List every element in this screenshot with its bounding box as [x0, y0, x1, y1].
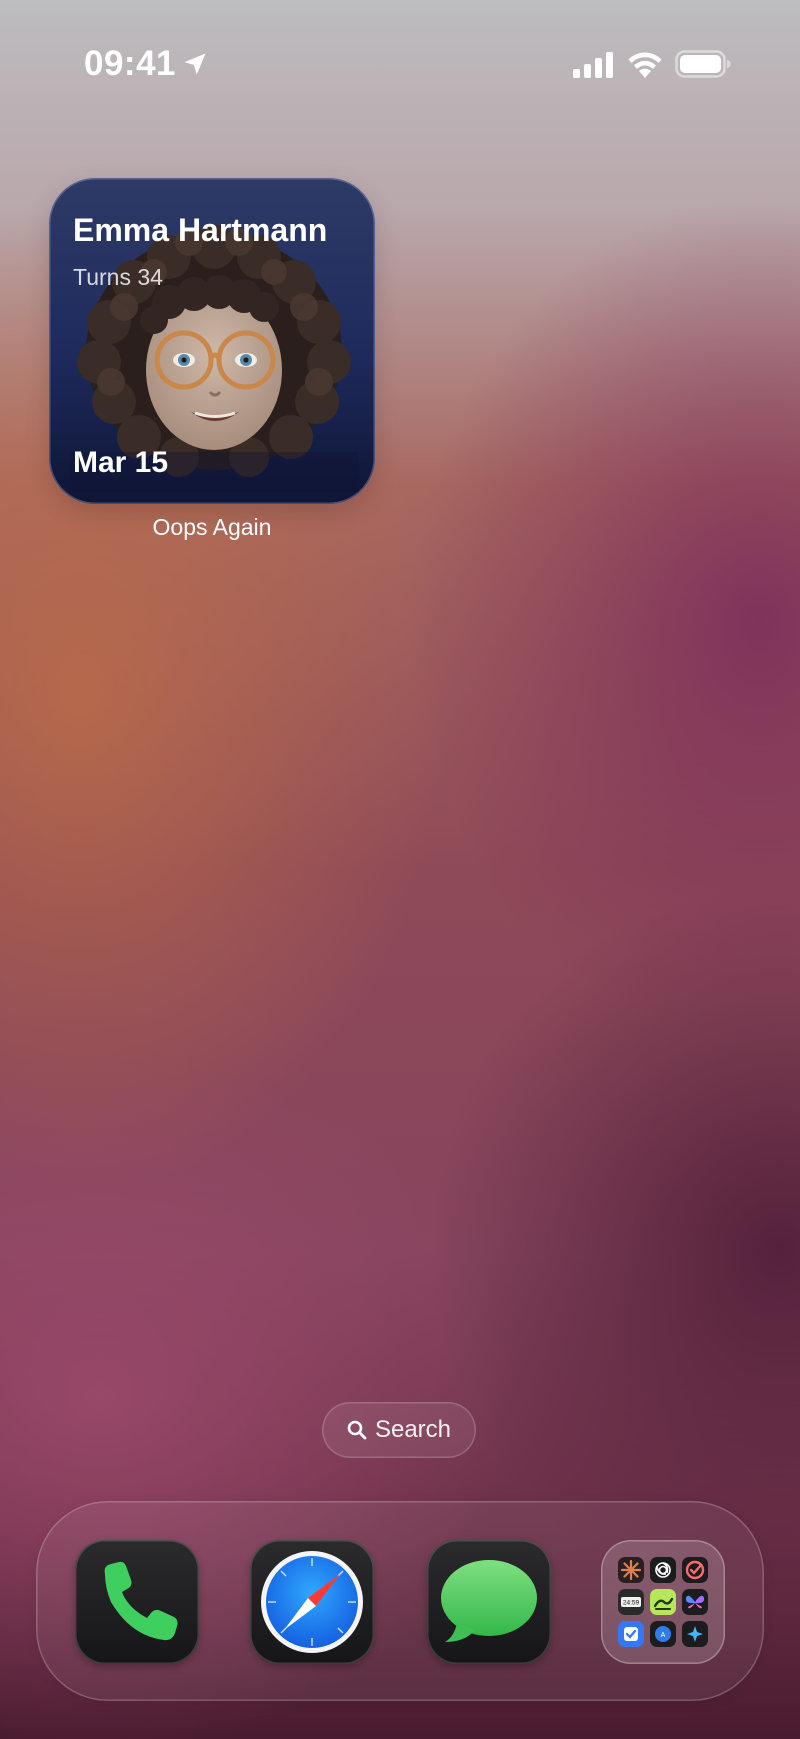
app-folder[interactable]: 24:59 A: [601, 1540, 725, 1664]
wifi-icon: [628, 52, 662, 78]
clock-app-icon: 24:59: [618, 1589, 644, 1615]
clock-time: 09:41: [84, 44, 177, 83]
birthday-age: Turns 34: [73, 264, 163, 290]
widget-label: Oops Again: [152, 514, 272, 540]
phone-icon: [104, 1561, 178, 1641]
clock-app-text: 24:59: [623, 1600, 640, 1607]
birthday-date: Mar 15: [73, 446, 169, 479]
birthday-widget[interactable]: Emma Hartmann Turns 34 Mar 15: [49, 178, 375, 504]
search-icon: [347, 1420, 367, 1440]
messages-bubble-icon: [441, 1560, 537, 1642]
location-arrow-icon: [184, 53, 206, 75]
cellular-signal-icon: [573, 52, 613, 78]
translate-icon: A: [650, 1621, 676, 1647]
check-box-icon: [618, 1621, 644, 1647]
contact-name: Emma Hartmann: [73, 212, 328, 248]
search-button[interactable]: Search: [322, 1402, 476, 1458]
claude-sunburst-icon: [618, 1557, 644, 1583]
svg-text:A: A: [661, 1632, 666, 1639]
chatgpt-knot-icon: [650, 1557, 676, 1583]
sparkle-icon: [682, 1621, 708, 1647]
safari-compass-icon: [261, 1551, 363, 1653]
phone-app[interactable]: [75, 1540, 199, 1664]
status-bar: 09:41: [0, 0, 800, 130]
search-label: Search: [374, 1416, 452, 1443]
messages-app[interactable]: [427, 1540, 551, 1664]
todo-check-icon: [682, 1557, 708, 1583]
butterfly-icon: [682, 1589, 708, 1615]
safari-app[interactable]: [250, 1540, 374, 1664]
battery-icon: [675, 50, 731, 78]
green-app-icon: [650, 1589, 676, 1615]
